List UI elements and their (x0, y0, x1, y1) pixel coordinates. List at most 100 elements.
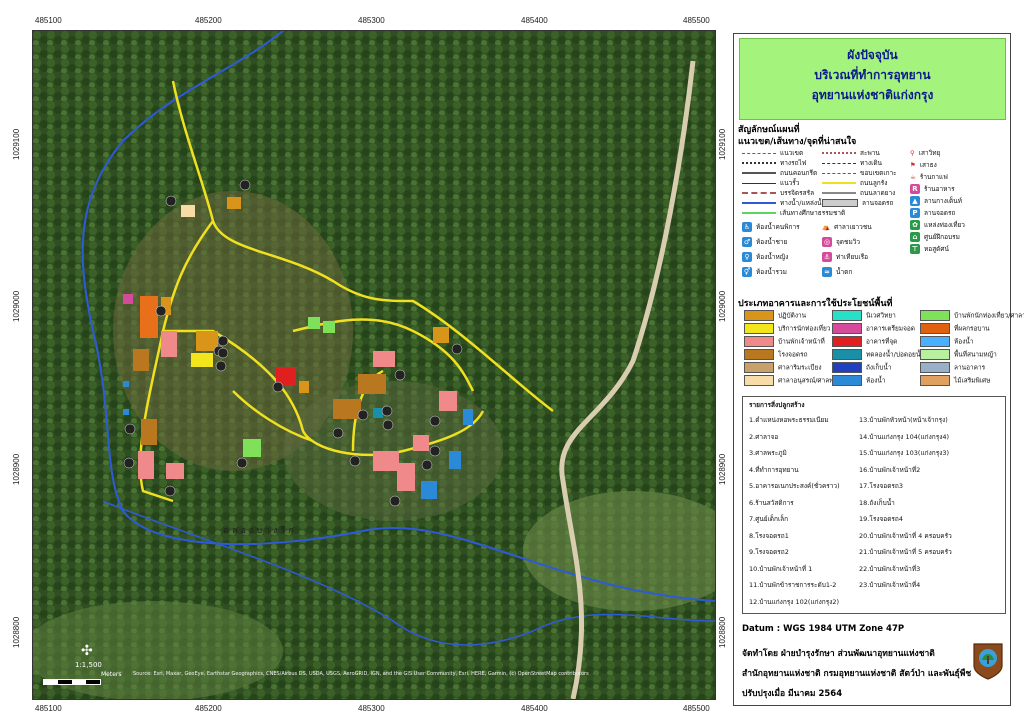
scale-ratio: 1:1,500 (75, 661, 102, 669)
legend-point-item: ⌂ ศูนย์ฝึกอบรม (910, 232, 960, 242)
structure-item: 18.ถังเก็บน้ำ (859, 498, 895, 507)
parking-icon: P (910, 208, 920, 218)
grid-label-right-1: 1029100 (718, 128, 727, 160)
grid-label-bottom-4: 485400 (521, 704, 548, 713)
structure-item: 3.ศาลพระภูมิ (749, 449, 787, 457)
legend-point-item: R ร้านอาหาร (910, 184, 955, 194)
structure-item: 15.บ้านแก่งกรุง 103(แก่งกรุง3) (859, 449, 950, 457)
landuse-label: นิเวศวิทยา (866, 311, 896, 320)
legend-facility-item: ♂ ห้องน้ำชาย (742, 237, 788, 247)
legend-point-item: P ลานจอดรถ (910, 208, 955, 218)
structure-item: 9.โรงจอดรถ2 (749, 548, 789, 556)
scale-unit: Meters (101, 671, 122, 678)
legend-facility-item: ≈ น้ำตก (822, 267, 852, 277)
landuse-swatch (832, 336, 862, 347)
radio-tower-icon: ⚲ (910, 149, 915, 157)
structure-item: 2.ศาลาจอ (749, 432, 779, 441)
landuse-item: ทดลองน้ำ/บ่อดอยน้ำ (832, 349, 924, 360)
viewpoint-icon: ◎ (822, 237, 832, 247)
map-title: ผังปัจจุบัน บริเวณที่ทำการอุทยาน อุทยานแ… (739, 38, 1006, 120)
legend-point-item: ▲ ลานกางเต็นท์ (910, 196, 962, 206)
structure-item: 4.ที่ทำการอุทยาน (749, 465, 799, 474)
pier-icon: ⚓ (822, 252, 832, 262)
training-center-icon: ⌂ (910, 232, 920, 242)
landuse-swatch (920, 323, 950, 334)
landuse-label: บ้านพักเจ้าหน้าที่ (778, 337, 825, 346)
structure-item: 7.ศูนย์เด็กเล็ก (749, 515, 789, 523)
restaurant-icon: R (910, 184, 920, 194)
grid-label-left-1: 1029100 (12, 128, 21, 160)
attribution: Source: Esri, Maxar, GeoEye, Earthstar G… (133, 671, 589, 677)
scale-bar (43, 679, 101, 685)
landuse-swatch (744, 310, 774, 321)
legend-point-item: ⊤ หอสูดัศน์ (910, 244, 949, 254)
north-arrow-icon: ✣ (81, 643, 93, 659)
legend-facility-item: ♿ ห้องน้ำคนพิการ (742, 222, 800, 232)
legend-line-item: แนวรั้ว (742, 178, 799, 188)
landuse-swatch (832, 310, 862, 321)
map-sheet: 485100 485200 485300 485400 485500 48510… (0, 0, 1024, 724)
grid-label-bottom-1: 485100 (35, 704, 62, 713)
grid-label-right-3: 1028900 (718, 453, 727, 485)
structure-item: 16.บ้านพักเจ้าหน้าที่2 (859, 465, 921, 474)
grid-label-bottom-3: 485300 (358, 704, 385, 713)
waterfall-icon: ≈ (822, 267, 832, 277)
landuse-swatch (920, 349, 950, 360)
structure-item: 12.บ้านแก่งกรุง 102(แก่งกรุง2) (749, 597, 840, 606)
attraction-icon: ✿ (910, 220, 920, 230)
landuse-label: ห้องน้ำ (954, 337, 974, 346)
legend-line-item: ขอบเขตเกาะ (822, 168, 897, 178)
satellite-map[interactable]: คลองบางรีก 1:1,500 ✣ Meters Source: Esri… (32, 30, 716, 700)
legend-line-item: สะพาน (822, 148, 880, 158)
landuse-swatch (832, 323, 862, 334)
structure-item: 21.บ้านพักเจ้าหน้าที่ 5 ครอบครัว (859, 548, 952, 556)
legend-line-item: ทางน้ำ/แหล่งน้ำ (742, 198, 825, 208)
coffee-icon: ☕ (910, 173, 916, 181)
structure-item: 5.อาคารอเนกประสงค์(ชั่วคราว) (749, 482, 840, 490)
grid-label-right-2: 1029000 (718, 290, 727, 322)
title-line-1: ผังปัจจุบัน (847, 48, 898, 62)
landuse-swatch (744, 375, 774, 386)
landuse-label: ห้องน้ำ (866, 376, 886, 385)
shared-toilet-icon: ⚥ (742, 267, 752, 277)
legend-facility-item: ⛺ ศาลาเยาวชน (822, 223, 872, 231)
legend-point-item: ✿ แหล่งท่องเที่ยว (910, 220, 965, 230)
landuse-item: อาคารที่จุด (832, 336, 897, 347)
legend-facility-item: ⚓ ท่าเทียบเรือ (822, 252, 868, 262)
producer-line-3: ปรับปรุงเมื่อ มีนาคม 2564 (742, 689, 843, 699)
landuse-swatch (744, 349, 774, 360)
title-line-3: อุทยานแห่งชาติแก่งกรุง (811, 88, 934, 102)
landuse-item: บ้านพักนักท่องเที่ยว/ศาลาอเนกประสงค์ (920, 310, 1024, 321)
grid-label-top-5: 485500 (683, 16, 710, 25)
structure-item: 19.โรงจอดรถ4 (859, 515, 903, 523)
landuse-label: ไม้เสริมพิเศษ (954, 376, 991, 385)
structures-list: รายการสิ่งปลูกสร้าง 1.ตำแหน่งหอพระธรรมเน… (742, 396, 1006, 614)
grid-label-bottom-2: 485200 (195, 704, 222, 713)
landuse-heading: ประเภทอาคารและการใช้ประโยชน์พื้นที่ (738, 299, 893, 309)
grid-label-right-4: 1028800 (718, 616, 727, 648)
structure-item: 23.บ้านพักเจ้าหน้าที่4 (859, 581, 921, 589)
department-logo-icon (973, 643, 1003, 680)
structure-item: 6.ร้านสวัสดิการ (749, 498, 794, 507)
landuse-item: ห้องน้ำ (832, 375, 885, 386)
landuse-label: ที่ผลกรอบาน (954, 324, 990, 333)
structure-item: 13.บ้านพักหัวหน้า(หน้าเจ้ากรุง) (859, 416, 948, 424)
landuse-item: ถังเก็บน้ำ (832, 362, 892, 373)
legend-point-item: ☕ ร้านกาแฟ (910, 173, 948, 181)
routes-heading: แนวเขต/เส้นทาง/จุดที่น่าสนใจ (738, 137, 857, 147)
datum-label: Datum : WGS 1984 UTM Zone 47P (742, 624, 905, 634)
structure-item: 10.บ้านพักเจ้าหน้าที่ 1 (749, 564, 813, 573)
landuse-item: ห้องน้ำ (920, 336, 973, 347)
landuse-item: บริการนักท่องเที่ยว (744, 323, 830, 334)
structure-item: 17.โรงจอดรถ3 (859, 482, 903, 490)
pavilion-icon: ⛺ (822, 223, 831, 231)
landuse-label: อาคารที่จุด (866, 337, 898, 346)
legend-line-item: ทางเดิน (822, 158, 882, 168)
accessible-toilet-icon: ♿ (742, 222, 752, 232)
landuse-swatch (920, 362, 950, 373)
grid-label-top-2: 485200 (195, 16, 222, 25)
grid-label-top-3: 485300 (358, 16, 385, 25)
landuse-label: โรงจอดรถ (778, 350, 808, 359)
structure-item: 14.บ้านแก่งกรุง 104(แก่งกรุง4) (859, 432, 950, 441)
landuse-label: ลานอาคาร (954, 363, 986, 372)
